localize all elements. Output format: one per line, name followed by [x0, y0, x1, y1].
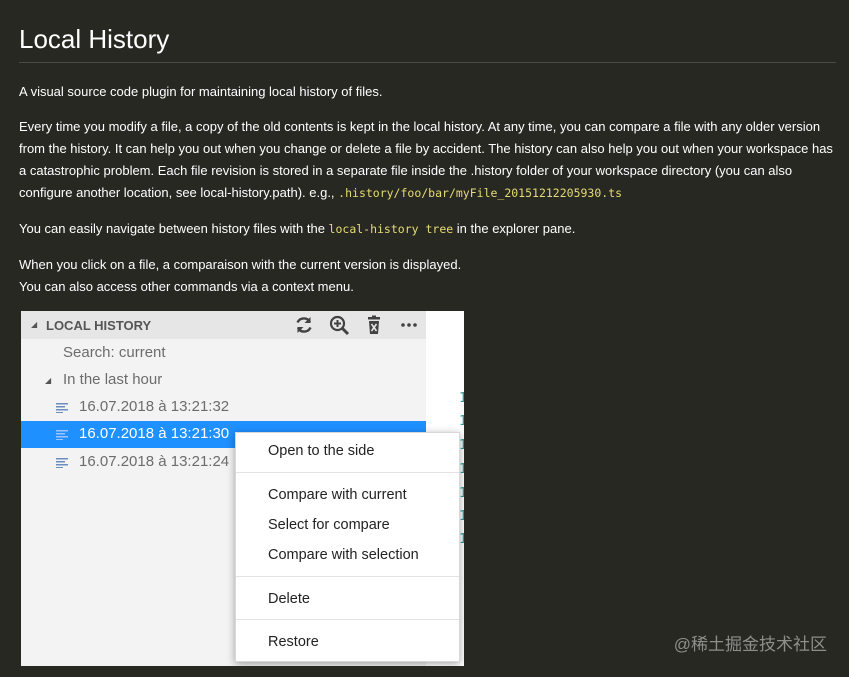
collapse-caret-icon[interactable]: ◢	[31, 320, 37, 329]
menu-separator	[236, 472, 459, 473]
menu-item-compare-with-selection[interactable]: Compare with selection	[268, 547, 419, 563]
navigation-paragraph: You can easily navigate between history …	[19, 218, 839, 240]
menu-separator	[236, 619, 459, 620]
context-menu: Open to the side Compare with current Se…	[235, 432, 460, 662]
description-line-1: Every time you modify a file, a copy of …	[19, 119, 821, 134]
description-line-4: configure another location, see local-hi…	[19, 182, 839, 204]
description-line-3: a catastrophic problem. Each file revisi…	[19, 163, 793, 178]
local-history-tree-code: local-history tree	[328, 222, 454, 236]
navigation-text-after: in the explorer pane.	[453, 221, 576, 236]
menu-item-delete[interactable]: Delete	[268, 591, 310, 607]
history-file-label: 16.07.2018 à 13:21:24	[79, 453, 230, 470]
search-label: Search: current	[63, 344, 166, 361]
description-line-4-text: configure another location, see local-hi…	[19, 185, 339, 200]
menu-separator	[236, 576, 459, 577]
menu-item-compare-with-current[interactable]: Compare with current	[268, 487, 407, 503]
description-line-2: from the history. It can help you out wh…	[19, 141, 833, 156]
panel-header[interactable]: ◢ LOCAL HISTORY	[21, 311, 426, 339]
file-lines-icon	[56, 458, 68, 468]
menu-item-restore[interactable]: Restore	[268, 634, 319, 650]
title-divider	[19, 62, 836, 63]
history-file-row[interactable]: 16.07.2018 à 13:21:32	[21, 394, 426, 421]
watermark: @稀土掘金技术社区	[673, 635, 827, 654]
trash-icon[interactable]	[363, 314, 385, 336]
history-file-label: 16.07.2018 à 13:21:32	[79, 398, 230, 415]
history-path-code: .history/foo/bar/myFile_20151212205930.t…	[338, 186, 623, 200]
zoom-in-icon[interactable]	[328, 314, 350, 336]
menu-item-open-to-side[interactable]: Open to the side	[268, 443, 374, 459]
menu-item-select-for-compare[interactable]: Select for compare	[268, 517, 390, 533]
file-lines-icon	[56, 403, 68, 413]
file-lines-icon	[56, 430, 68, 440]
history-file-label: 16.07.2018 à 13:21:30	[79, 425, 230, 442]
group-caret-icon[interactable]: ◢	[45, 376, 51, 385]
refresh-icon[interactable]	[293, 314, 315, 336]
group-label: In the last hour	[63, 371, 163, 388]
more-icon[interactable]	[398, 314, 420, 336]
local-history-screenshot: ◢ LOCAL HISTORY Search: current ◢ In the…	[21, 311, 464, 666]
navigation-text-before: You can easily navigate between history …	[19, 221, 329, 236]
panel-header-title: LOCAL HISTORY	[46, 318, 152, 333]
search-row[interactable]: Search: current	[21, 340, 426, 367]
intro-paragraph: A visual source code plugin for maintain…	[19, 84, 383, 99]
group-row[interactable]: ◢ In the last hour	[21, 367, 426, 394]
click-line-1: When you click on a file, a comparaison …	[19, 257, 462, 272]
page-title: Local History	[19, 24, 170, 54]
line-number: 1	[459, 391, 464, 406]
click-line-2: You can also access other commands via a…	[19, 279, 354, 294]
click-paragraph: When you click on a file, a comparaison …	[19, 254, 839, 298]
line-number: 1	[459, 414, 464, 429]
description-paragraph: Every time you modify a file, a copy of …	[19, 116, 839, 204]
